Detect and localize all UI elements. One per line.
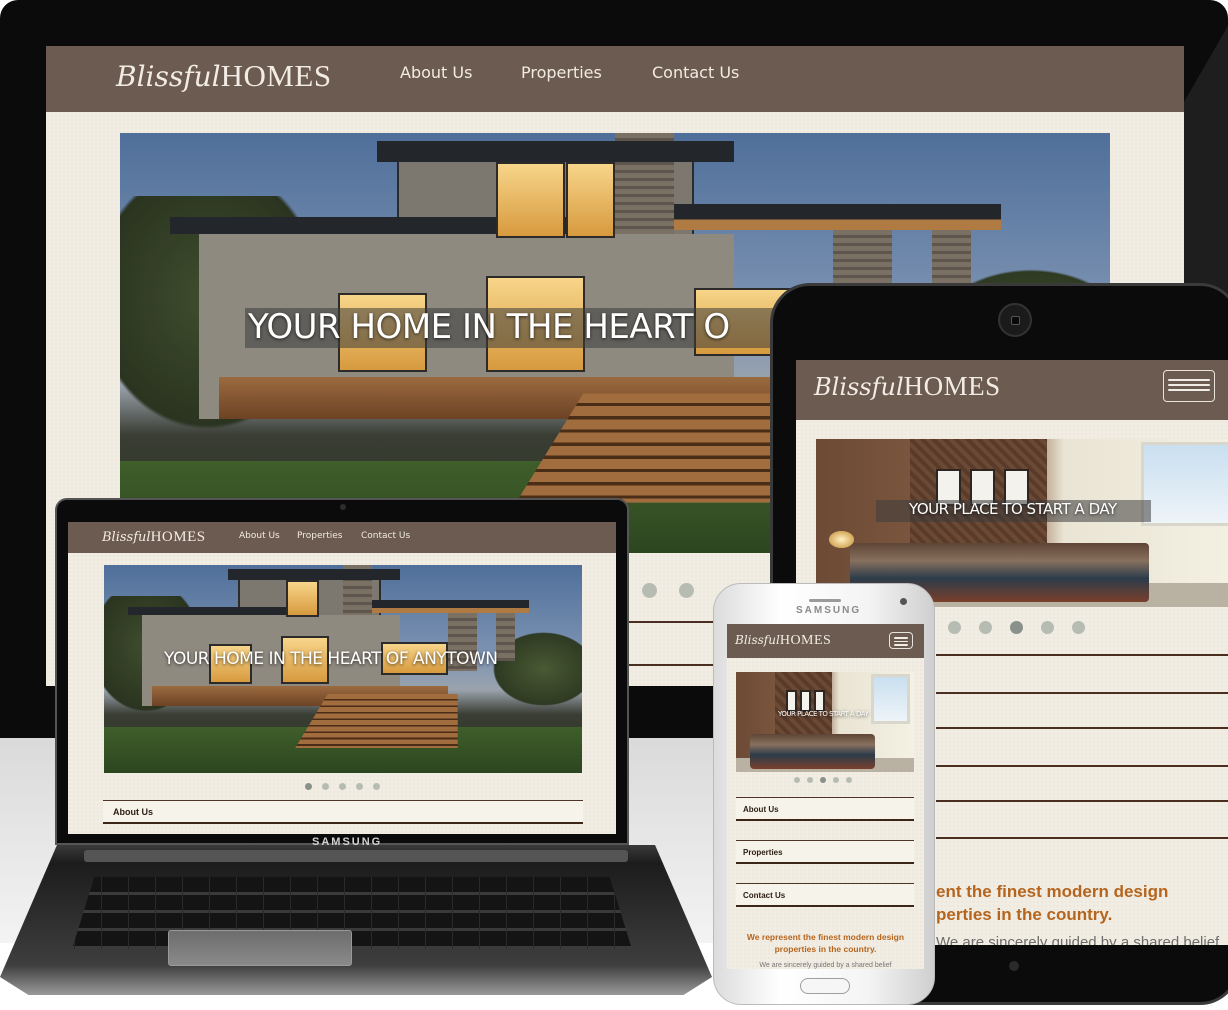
phone-body-text: We are sincerely guided by a shared beli…: [759, 962, 892, 969]
phone-section-about-us[interactable]: About Us: [736, 797, 914, 821]
phone-section-about-us-label: About Us: [743, 805, 779, 814]
laptop-logo[interactable]: BlissfulHOMES: [102, 528, 206, 546]
laptop-slider-dot[interactable]: [339, 783, 346, 790]
phone-slider-dot[interactable]: [833, 777, 839, 783]
phone-section-properties[interactable]: Properties: [736, 840, 914, 864]
nav-about-us[interactable]: About Us: [400, 63, 472, 82]
laptop-webcam: [340, 504, 346, 510]
tablet-site-header: BlissfulHOMES: [796, 360, 1228, 420]
phone-tagline-line1: We represent the finest modern design: [746, 932, 905, 942]
nav-properties[interactable]: Properties: [297, 531, 342, 541]
desktop-logo[interactable]: BlissfulHOMES: [116, 58, 332, 98]
desktop-slider-dot[interactable]: [642, 583, 657, 598]
tablet-slider-dot[interactable]: [1041, 621, 1054, 634]
laptop-section-about-us[interactable]: About Us: [103, 800, 583, 824]
nav-about-us[interactable]: About Us: [239, 531, 280, 541]
tablet-section-divider: [936, 692, 1228, 694]
logo-caps-text: HOMES: [903, 371, 1001, 401]
phone-section-contact-us[interactable]: Contact Us: [736, 883, 914, 907]
laptop-base: [0, 845, 712, 995]
desktop-hero-caption: YOUR HOME IN THE HEART O: [248, 307, 730, 347]
logo-script-text: Blissful: [814, 373, 904, 401]
laptop-hinge: [84, 850, 628, 862]
phone-screen: BlissfulHOMES YOUR PLACE TO START A DAY …: [727, 624, 924, 969]
desktop-slider-dot[interactable]: [679, 583, 694, 598]
logo-script-text: Blissful: [116, 60, 221, 93]
phone-tagline-line2: properties in the country.: [774, 944, 877, 954]
tablet-sensor: [1009, 961, 1019, 971]
phone-speaker: [809, 599, 841, 602]
laptop-lid: BlissfulHOMES About Us Properties Contac…: [55, 498, 629, 848]
phone-camera: [900, 598, 907, 605]
tablet-tagline-line2: perties in the country.: [936, 905, 1113, 924]
logo-caps-text: HOMES: [150, 529, 206, 545]
laptop-slider-dot[interactable]: [305, 783, 312, 790]
phone-home-button-icon[interactable]: [800, 978, 850, 994]
phone-device: SAMSUNG BlissfulHOMES YOUR PLACE TO STAR…: [713, 583, 935, 1005]
logo-script-text: Blissful: [735, 633, 780, 647]
tablet-section-divider: [936, 765, 1228, 767]
phone-hero-slide[interactable]: YOUR PLACE TO START A DAY: [736, 672, 914, 772]
desktop-site-header: BlissfulHOMES About Us Properties Contac…: [46, 46, 1184, 112]
tablet-hero-caption: YOUR PLACE TO START A DAY: [909, 500, 1117, 518]
phone-logo[interactable]: BlissfulHOMES: [735, 631, 831, 649]
tablet-section-divider: [936, 800, 1228, 802]
phone-brand-logo: SAMSUNG: [796, 605, 862, 616]
laptop-screen: BlissfulHOMES About Us Properties Contac…: [68, 522, 616, 834]
tablet-slider-dot[interactable]: [1010, 621, 1023, 634]
logo-caps-text: HOMES: [779, 633, 832, 648]
laptop-section-about-us-label: About Us: [113, 807, 153, 817]
tablet-section-divider: [936, 654, 1228, 656]
nav-properties[interactable]: Properties: [521, 63, 602, 82]
tablet-slider-dot[interactable]: [948, 621, 961, 634]
tablet-camera-icon: [998, 303, 1032, 337]
logo-script-text: Blissful: [102, 530, 151, 545]
tablet-section-divider: [936, 727, 1228, 729]
nav-contact-us[interactable]: Contact Us: [361, 531, 410, 541]
nav-contact-us[interactable]: Contact Us: [652, 63, 739, 82]
phone-hero-caption: YOUR PLACE TO START A DAY: [778, 710, 869, 718]
laptop-hero-slide[interactable]: YOUR HOME IN THE HEART OF ANYTOWN: [104, 565, 582, 773]
phone-slider-dot[interactable]: [794, 777, 800, 783]
tablet-body-text: We are sincerely guided by a shared beli…: [936, 934, 1220, 945]
tablet-logo[interactable]: BlissfulHOMES: [814, 371, 1001, 402]
hamburger-menu-icon[interactable]: [1163, 370, 1215, 402]
laptop-slider-dot[interactable]: [356, 783, 363, 790]
laptop-keyboard[interactable]: [72, 877, 632, 949]
tablet-slider-dot[interactable]: [979, 621, 992, 634]
laptop-touchpad[interactable]: [168, 930, 352, 966]
laptop-slider-dot[interactable]: [373, 783, 380, 790]
tablet-slider-dot[interactable]: [1072, 621, 1085, 634]
laptop-site-header: BlissfulHOMES About Us Properties Contac…: [68, 522, 616, 553]
phone-section-contact-us-label: Contact Us: [743, 891, 786, 900]
phone-slider-dot[interactable]: [820, 777, 826, 783]
logo-caps-text: HOMES: [220, 58, 332, 93]
phone-slider-dot[interactable]: [846, 777, 852, 783]
tablet-hero-slide[interactable]: YOUR PLACE TO START A DAY: [816, 439, 1228, 607]
tablet-tagline-line1: ent the finest modern design: [936, 882, 1169, 901]
laptop-hero-caption: YOUR HOME IN THE HEART OF ANYTOWN: [164, 649, 498, 669]
hamburger-menu-icon[interactable]: [889, 632, 913, 649]
phone-slider-dot[interactable]: [807, 777, 813, 783]
laptop-slider-dot[interactable]: [322, 783, 329, 790]
tablet-section-divider: [936, 837, 1228, 839]
phone-section-properties-label: Properties: [743, 848, 783, 857]
phone-site-header: BlissfulHOMES: [727, 624, 924, 658]
